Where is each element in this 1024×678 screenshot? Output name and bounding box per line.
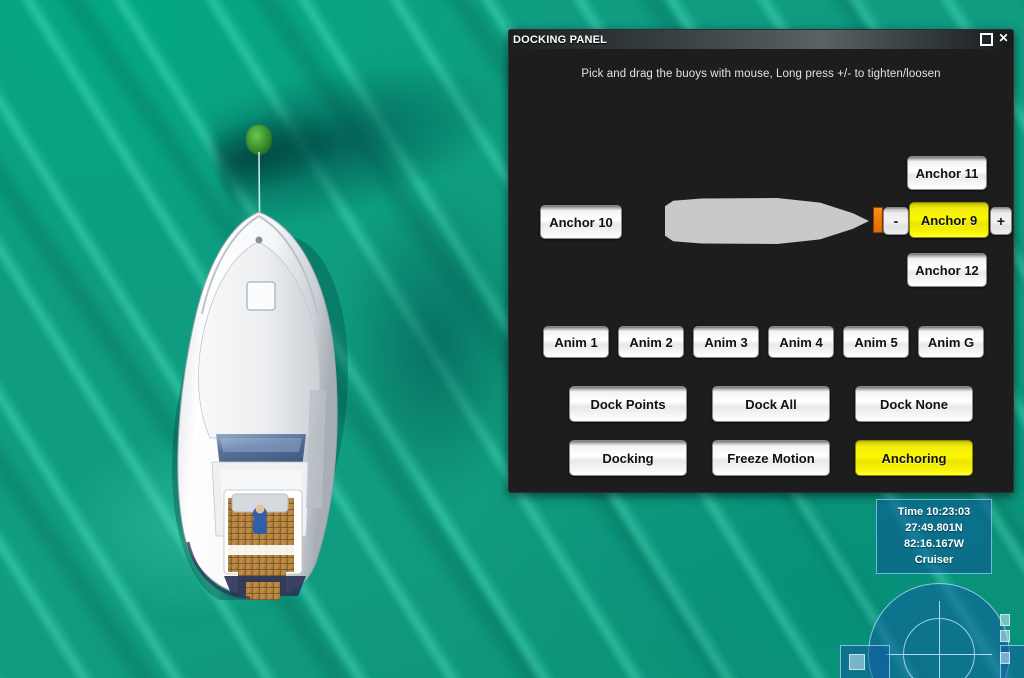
anim-4-button[interactable]: Anim 4 bbox=[768, 326, 834, 358]
freeze-motion-button[interactable]: Freeze Motion bbox=[712, 440, 830, 476]
anchor-9-button[interactable]: Anchor 9 bbox=[909, 202, 989, 238]
radar-crosshair-vertical bbox=[939, 601, 940, 678]
vessel-outline-graphic bbox=[665, 198, 869, 244]
hud-toggle-button[interactable] bbox=[1000, 652, 1010, 664]
status-time: Time 10:23:03 bbox=[897, 506, 971, 518]
maximize-button[interactable] bbox=[979, 31, 994, 46]
anim-g-button[interactable]: Anim G bbox=[918, 326, 984, 358]
hud-zoom-in-button[interactable] bbox=[1000, 614, 1010, 626]
boat-illustration bbox=[172, 211, 348, 600]
hud-zoom-out-button[interactable] bbox=[1000, 630, 1010, 642]
titlebar-button-group: ✕ bbox=[979, 31, 1011, 46]
maximize-icon bbox=[980, 33, 993, 46]
hud-marker-square[interactable] bbox=[849, 654, 865, 670]
hud-left-panel[interactable] bbox=[840, 645, 890, 678]
simulation-viewport[interactable]: DOCKING PANEL ✕ Pick and drag the buoys … bbox=[0, 0, 1024, 678]
anchor-11-button[interactable]: Anchor 11 bbox=[907, 156, 987, 190]
dock-none-button[interactable]: Dock None bbox=[855, 386, 973, 422]
panel-titlebar[interactable]: DOCKING PANEL ✕ bbox=[509, 30, 1013, 49]
panel-body: Pick and drag the buoys with mouse, Long… bbox=[509, 49, 1013, 492]
anchor-tension-marker bbox=[873, 207, 883, 233]
dock-all-button[interactable]: Dock All bbox=[712, 386, 830, 422]
vessel-boat[interactable] bbox=[120, 90, 380, 600]
anim-3-button[interactable]: Anim 3 bbox=[693, 326, 759, 358]
status-info-panel: Time 10:23:03 27:49.801N 82:16.167W Crui… bbox=[876, 499, 992, 574]
anim-1-button[interactable]: Anim 1 bbox=[543, 326, 609, 358]
anim-2-button[interactable]: Anim 2 bbox=[618, 326, 684, 358]
close-button[interactable]: ✕ bbox=[996, 31, 1011, 46]
anchoring-button[interactable]: Anchoring bbox=[855, 440, 973, 476]
anchor-loosen-button[interactable]: - bbox=[883, 207, 909, 235]
anchor-tighten-button[interactable]: + bbox=[990, 207, 1012, 235]
status-vessel-name: Cruiser bbox=[914, 554, 954, 566]
status-longitude: 82:16.167W bbox=[904, 538, 964, 550]
status-latitude: 27:49.801N bbox=[905, 522, 963, 534]
anchor-12-button[interactable]: Anchor 12 bbox=[907, 253, 987, 287]
anchor-10-button[interactable]: Anchor 10 bbox=[540, 205, 622, 239]
anim-5-button[interactable]: Anim 5 bbox=[843, 326, 909, 358]
radar-inner-ring bbox=[886, 601, 992, 678]
panel-hint-text: Pick and drag the buoys with mouse, Long… bbox=[581, 68, 941, 80]
dock-points-button[interactable]: Dock Points bbox=[569, 386, 687, 422]
docking-button[interactable]: Docking bbox=[569, 440, 687, 476]
docking-panel[interactable]: DOCKING PANEL ✕ Pick and drag the buoys … bbox=[508, 29, 1014, 493]
panel-title: DOCKING PANEL bbox=[513, 33, 608, 46]
